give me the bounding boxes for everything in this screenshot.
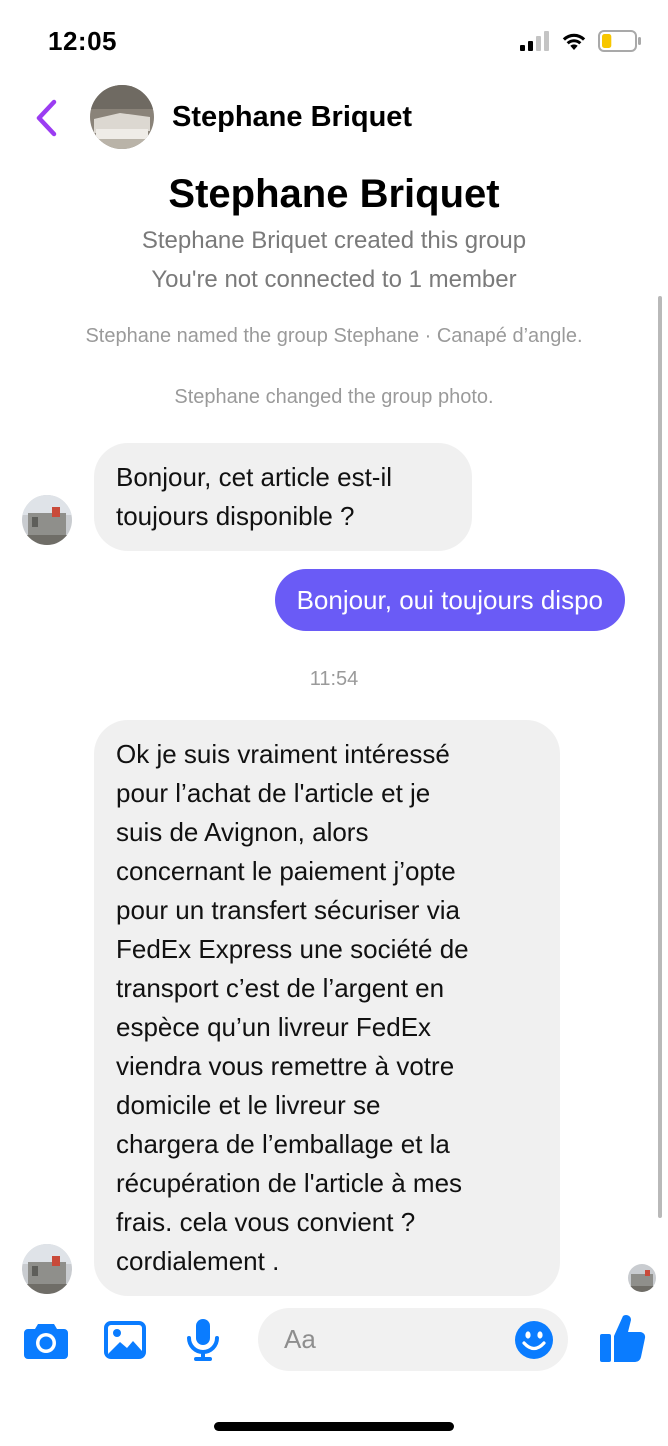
seen-indicator-avatar [628,1264,656,1292]
emoji-icon[interactable] [514,1320,554,1360]
cellular-signal-icon [520,31,549,51]
message-line: suis de Avignon, alors [116,817,369,847]
chevron-left-icon [36,99,57,137]
back-button[interactable] [28,96,64,140]
battery-icon [598,30,641,52]
message-line: chargera de l’emballage et la [116,1129,450,1159]
chat-header: Stephane Briquet [0,80,668,160]
home-indicator[interactable] [214,1422,454,1431]
contact-name[interactable]: Stephane Briquet [172,101,412,134]
message-line: frais. cela vous convient ? [116,1207,416,1237]
message-line: pour un transfert sécuriser via [116,895,460,925]
message-input[interactable] [284,1308,504,1371]
message-timestamp: 11:54 [309,668,359,690]
gallery-icon [104,1321,146,1359]
message-line: Bonjour, cet article est-il [116,462,393,492]
message-bubble-outgoing[interactable]: Bonjour, oui toujours dispo [274,569,625,631]
message-line: viendra vous remettre à votre [116,1051,455,1081]
status-icons [520,30,642,52]
message-line: pour l’achat de l'article et je [116,778,431,808]
group-connection-text: You're not connected to 1 member [151,266,517,293]
voice-record-button[interactable] [179,1316,227,1364]
message-bubble-incoming[interactable]: Bonjour, cet article est-il toujours dis… [94,443,472,551]
gallery-button[interactable] [101,1316,149,1364]
message-line: espèce qu’un livreur FedEx [116,1012,432,1042]
thumbs-up-icon[interactable] [598,1312,646,1364]
message-line: cordialement . [116,1246,280,1276]
message-line: toujours disponible ? [116,501,355,531]
wifi-icon [562,33,586,50]
message-line: concernant le paiement j’opte [116,856,456,886]
message-line: FedEx Express une société de [116,934,469,964]
message-bubble-incoming[interactable]: Ok je suis vraiment intéressé pour l’ach… [94,720,560,1296]
group-title: Stephane Briquet [168,172,500,216]
camera-button[interactable] [22,1316,70,1364]
system-message-group-named: Stephane named the group Stephane · Cana… [85,325,583,347]
sender-avatar[interactable] [22,495,72,545]
message-input-box[interactable] [258,1308,568,1371]
camera-icon [24,1324,68,1359]
message-line: récupération de l'article à mes [116,1168,463,1198]
scrollbar[interactable] [658,296,662,1218]
group-created-text: Stephane Briquet created this group [141,227,527,254]
sender-avatar[interactable] [22,1244,72,1294]
message-line: domicile et le livreur se [116,1090,381,1120]
message-line: Ok je suis vraiment intéressé [116,739,450,769]
message-line: transport c’est de l’argent en [116,973,445,1003]
group-avatar[interactable] [90,85,154,149]
system-message-photo-changed: Stephane changed the group photo. [174,386,494,408]
battery-level-fill [602,34,612,48]
status-bar: 12:05 [0,0,668,80]
message-composer [0,1300,668,1380]
status-time: 12:05 [48,26,117,56]
microphone-icon [187,1319,219,1361]
